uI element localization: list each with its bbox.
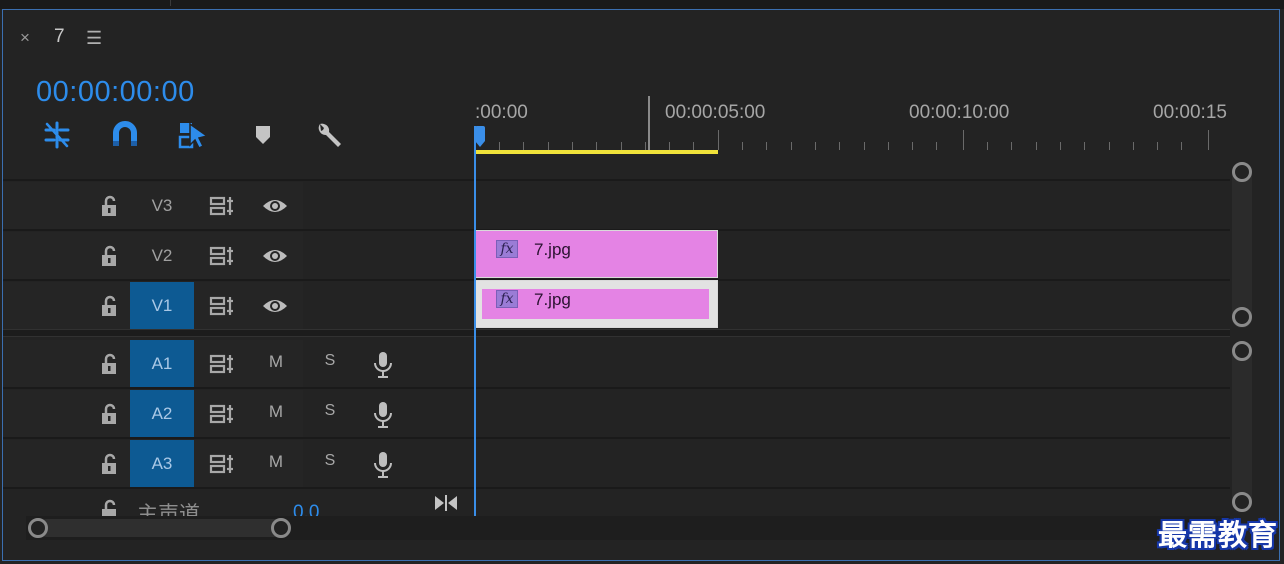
track-header-a3: A3 M S xyxy=(3,440,473,488)
unlock-icon[interactable] xyxy=(99,402,121,426)
vertical-scrollbars xyxy=(1230,160,1254,516)
voice-over-record-mic-icon[interactable] xyxy=(372,400,394,430)
video-vertical-scrollbar[interactable] xyxy=(1232,162,1252,328)
audio-scroll-handle-top[interactable] xyxy=(1232,341,1252,361)
unlock-icon[interactable] xyxy=(99,498,121,516)
clip-name: 7.jpg xyxy=(534,290,571,309)
mute-track-button[interactable]: M xyxy=(265,402,287,422)
mute-track-button[interactable]: M xyxy=(265,452,287,472)
master-track-header: 主声道 0.0 xyxy=(3,488,473,516)
track-header-a1: A1 M S xyxy=(3,340,473,388)
track-target-a1[interactable]: A1 xyxy=(130,340,194,388)
ruler-label-15s: 00:00:15 xyxy=(1153,102,1227,123)
toggle-output-eye-icon[interactable] xyxy=(261,196,289,216)
playhead-handle-icon[interactable] xyxy=(474,126,486,148)
zoom-handle-left[interactable] xyxy=(28,518,48,538)
wrench-icon[interactable] xyxy=(312,118,346,152)
voice-over-record-mic-icon[interactable] xyxy=(372,350,394,380)
horizontal-zoom-scrollbar[interactable] xyxy=(26,516,1230,540)
track-target-v2[interactable]: V2 xyxy=(130,232,194,280)
clip-name: 7.jpg xyxy=(534,240,571,259)
track-target-v1[interactable]: V1 xyxy=(130,282,194,330)
panel-separator xyxy=(170,0,171,6)
video-scroll-handle-bottom[interactable] xyxy=(1232,307,1252,327)
master-volume-value[interactable]: 0.0 xyxy=(293,502,319,516)
ruler-ticks xyxy=(475,96,1209,150)
audio-vertical-scrollbar[interactable] xyxy=(1232,341,1252,511)
ruler-label-10s: 00:00:10:00 xyxy=(909,102,1010,123)
unlock-icon[interactable] xyxy=(99,294,121,318)
playhead-timecode[interactable]: 00:00:00:00 xyxy=(36,76,195,109)
track-header-v1: V1 xyxy=(3,282,473,330)
track-header-a2: A2 M S xyxy=(3,390,473,438)
sync-lock-icon[interactable] xyxy=(209,195,235,217)
sync-lock-icon[interactable] xyxy=(209,245,235,267)
timeline-toolbar xyxy=(40,118,370,154)
sync-lock-icon[interactable] xyxy=(209,453,235,475)
playhead-line[interactable] xyxy=(474,126,476,516)
zoom-handle-right[interactable] xyxy=(271,518,291,538)
solo-track-button[interactable]: S xyxy=(319,352,341,370)
timeline-panel: × 7 ☰ 00:00:00:00:00:00 00:00:05:00 00:… xyxy=(0,0,1284,564)
ruler-label-0s: :00:00 xyxy=(475,102,528,123)
master-track-label: 主声道 xyxy=(137,503,200,516)
close-icon[interactable]: × xyxy=(20,29,30,47)
ruler-label-5s: 00:00:05:00 xyxy=(665,102,766,123)
toggle-output-eye-icon[interactable] xyxy=(261,296,289,316)
linked-selection-icon[interactable] xyxy=(176,118,210,152)
clip-v1-7jpg[interactable]: fx 7.jpg xyxy=(475,280,718,328)
clip-v2-7jpg[interactable]: fx 7.jpg xyxy=(475,230,718,278)
snap-in-sequence-icon[interactable] xyxy=(40,118,74,152)
solo-track-button[interactable]: S xyxy=(319,402,341,420)
zoom-fit-icon[interactable] xyxy=(433,494,459,512)
track-header-v2: V2 xyxy=(3,232,473,280)
sequence-tracks[interactable]: fx 7.jpg fx 7.jpg xyxy=(475,178,1230,516)
watermark-logo: 最需教育 xyxy=(1158,518,1279,552)
fx-badge-icon[interactable]: fx xyxy=(496,240,518,258)
panel-menu-icon[interactable]: ☰ xyxy=(86,29,102,47)
time-ruler[interactable]: :00:00 00:00:05:00 00:00:10:00 00:00:15 xyxy=(475,96,1230,154)
work-area-bar[interactable] xyxy=(475,150,718,154)
fx-badge-icon[interactable]: fx xyxy=(496,290,518,308)
unlock-icon[interactable] xyxy=(99,352,121,376)
toggle-output-eye-icon[interactable] xyxy=(261,246,289,266)
track-target-a3[interactable]: A3 xyxy=(130,440,194,488)
video-scroll-handle-top[interactable] xyxy=(1232,162,1252,182)
voice-over-record-mic-icon[interactable] xyxy=(372,450,394,480)
sync-lock-icon[interactable] xyxy=(209,353,235,375)
audio-scroll-handle-bottom[interactable] xyxy=(1232,492,1252,512)
panel-top-strip xyxy=(0,0,1284,9)
track-target-a2[interactable]: A2 xyxy=(130,390,194,438)
unlock-icon[interactable] xyxy=(99,452,121,476)
sync-lock-icon[interactable] xyxy=(209,295,235,317)
unlock-icon[interactable] xyxy=(99,194,121,218)
zoom-scroll-thumb[interactable] xyxy=(38,519,284,537)
timeline-tab[interactable]: × 7 ☰ xyxy=(0,20,300,56)
mute-track-button[interactable]: M xyxy=(265,352,287,372)
solo-track-button[interactable]: S xyxy=(319,452,341,470)
track-target-v3[interactable]: V3 xyxy=(130,182,194,230)
track-header-v3: V3 xyxy=(3,182,473,230)
unlock-icon[interactable] xyxy=(99,244,121,268)
magnet-icon[interactable] xyxy=(108,118,142,152)
sequence-tab-title[interactable]: 7 xyxy=(54,27,65,47)
add-marker-icon[interactable] xyxy=(246,118,280,152)
sync-lock-icon[interactable] xyxy=(209,403,235,425)
